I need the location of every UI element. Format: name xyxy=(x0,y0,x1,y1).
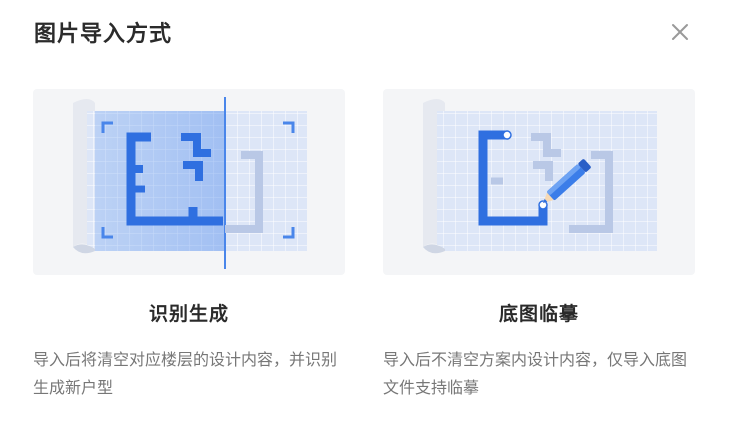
option-recognize-generate[interactable]: 识别生成 导入后将清空对应楼层的设计内容，并识别生成新户型 xyxy=(33,89,345,402)
option-description: 导入后不清空方案内设计内容，仅导入底图文件支持临摹 xyxy=(383,350,688,397)
close-icon xyxy=(672,24,688,40)
blueprint-scan-illustration xyxy=(33,89,345,275)
option-title: 底图临摹 xyxy=(498,303,579,325)
import-method-dialog: 图片导入方式 识别生成 导入后将清空对应楼层的设计内容，并识别生成新户型 底图临… xyxy=(0,0,732,432)
option-title: 识别生成 xyxy=(148,303,229,325)
close-button[interactable] xyxy=(666,18,694,46)
dialog-title: 图片导入方式 xyxy=(34,22,173,47)
option-trace-underlay[interactable]: 底图临摹 导入后不清空方案内设计内容，仅导入底图文件支持临摹 xyxy=(383,89,695,402)
blueprint-trace-illustration xyxy=(383,89,695,275)
option-description: 导入后将清空对应楼层的设计内容，并识别生成新户型 xyxy=(33,350,338,397)
